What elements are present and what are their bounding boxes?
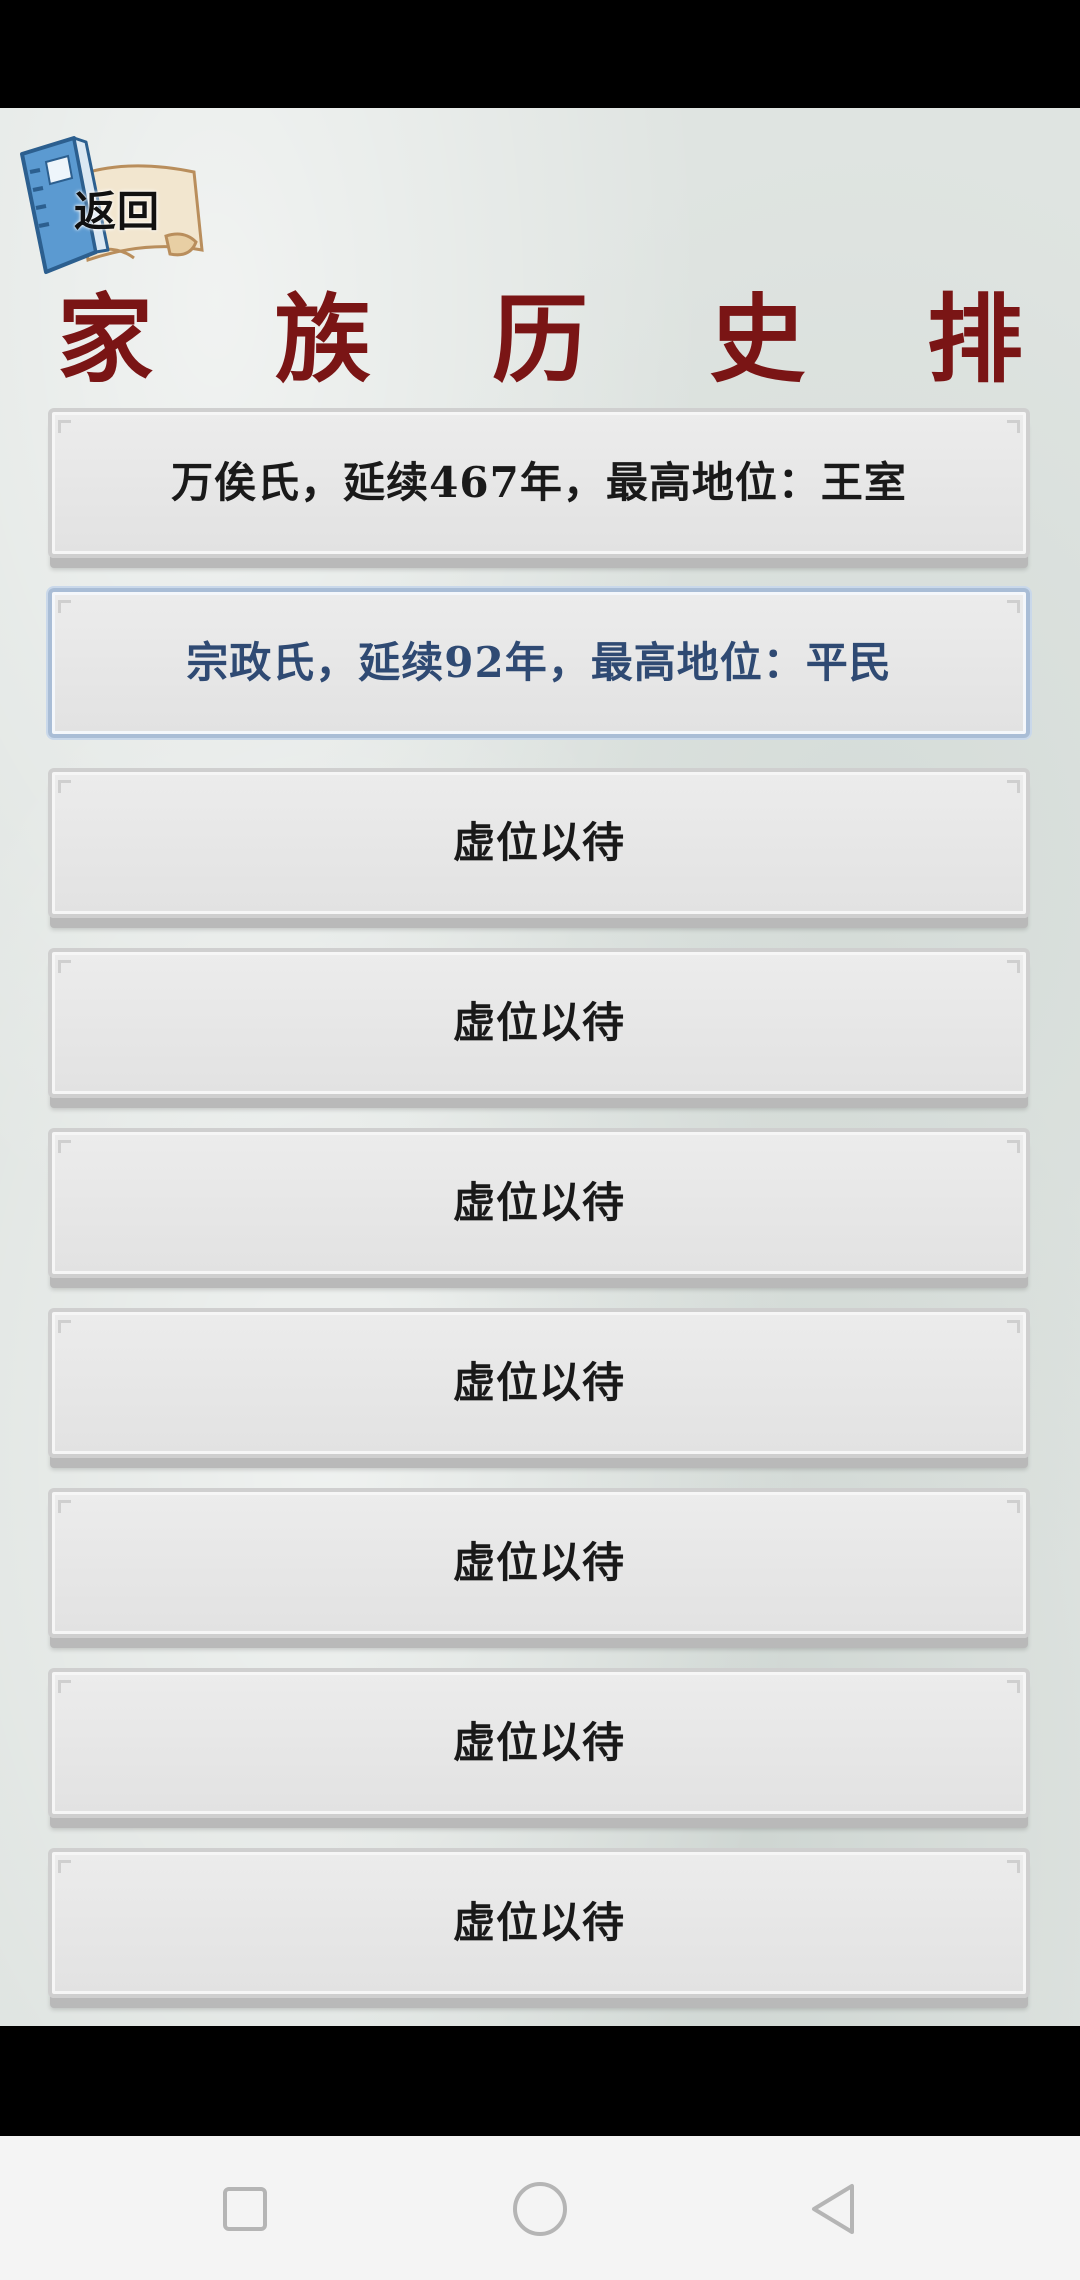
ranking-item-7[interactable]: 虚位以待 [48, 1488, 1030, 1652]
ranking-label: 虚位以待 [452, 1358, 625, 1407]
ranking-label: 虚位以待 [452, 1538, 625, 1587]
ranking-label: 虚位以待 [452, 998, 625, 1047]
ranking-item-1[interactable]: 万俟氏，延续467年，最高地位：王室 [48, 408, 1030, 572]
back-button[interactable]: 返回 [16, 132, 206, 282]
home-button[interactable] [505, 2174, 575, 2244]
ranking-item-8[interactable]: 虚位以待 [48, 1668, 1030, 1832]
bottom-black-bar [0, 2026, 1080, 2136]
ranking-label: 虚位以待 [452, 1718, 625, 1767]
square-icon [223, 2187, 267, 2231]
system-nav-bar [0, 2136, 1080, 2280]
ranking-label: 虚位以待 [452, 1178, 625, 1227]
back-label: 返回 [74, 187, 161, 236]
ranking-item-2[interactable]: 宗政氏，延续92年，最高地位：平民 [48, 588, 1030, 752]
status-bar [0, 0, 1080, 108]
ranking-label: 虚位以待 [452, 1898, 625, 1947]
ranking-label: 宗政氏，延续92年，最高地位：平民 [186, 638, 892, 687]
recent-apps-button[interactable] [210, 2174, 280, 2244]
ranking-item-5[interactable]: 虚位以待 [48, 1128, 1030, 1292]
ranking-item-3[interactable]: 虚位以待 [48, 768, 1030, 932]
circle-icon [513, 2182, 567, 2236]
system-back-button[interactable] [800, 2174, 870, 2244]
ranking-item-4[interactable]: 虚位以待 [48, 948, 1030, 1112]
ranking-label: 万俟氏，延续467年，最高地位：王室 [171, 458, 907, 507]
ranking-item-9[interactable]: 虚位以待 [48, 1848, 1030, 2012]
ranking-item-6[interactable]: 虚位以待 [48, 1308, 1030, 1472]
ranking-list: 万俟氏，延续467年，最高地位：王室 宗政氏，延续92年，最高地位：平民 虚位以… [48, 408, 1030, 2026]
triangle-back-icon [812, 2184, 854, 2234]
game-screen: 返回 家 族 历 史 排 名 万俟氏，延续467年，最高地位：王室 宗政氏，延续… [0, 108, 1080, 2026]
ranking-label: 虚位以待 [452, 818, 625, 867]
